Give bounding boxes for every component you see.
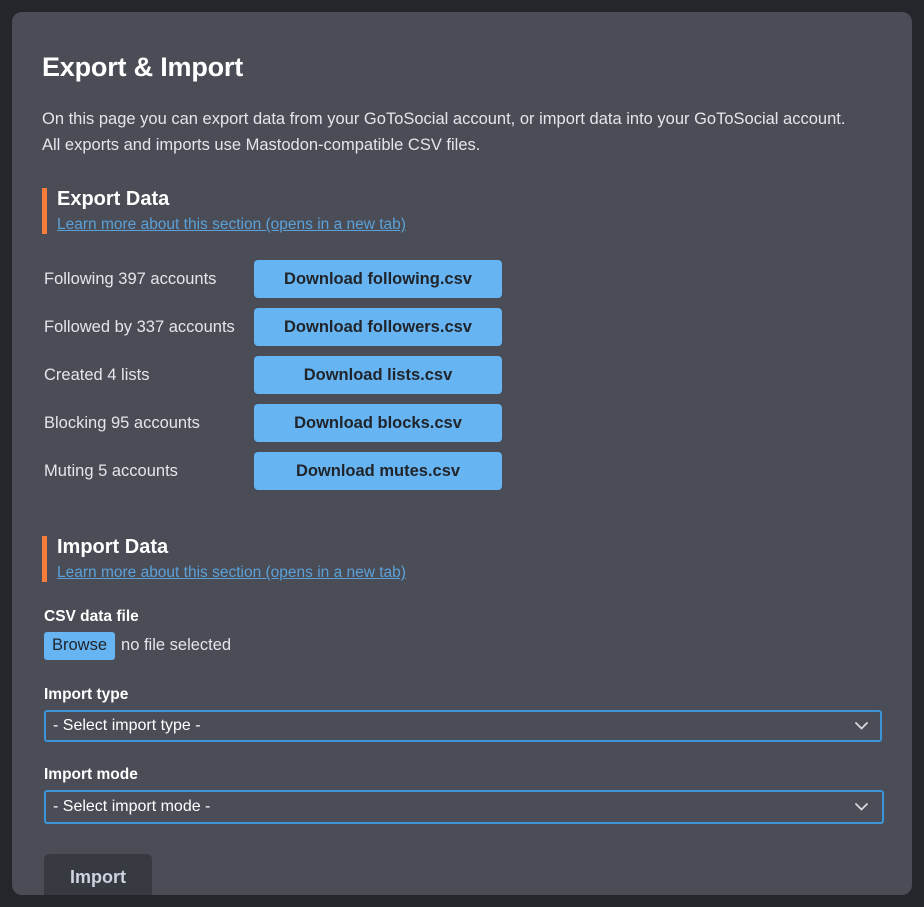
export-row-label: Following 397 accounts [42, 270, 254, 289]
import-type-label: Import type [44, 686, 882, 704]
export-section-title: Export Data [57, 188, 882, 211]
import-type-select-wrap: - Select import type - [42, 710, 882, 742]
import-learn-more-link[interactable]: Learn more about this section (opens in … [57, 564, 406, 582]
import-form: CSV data file Browse no file selected Im… [42, 608, 882, 895]
description-line-1: On this page you can export data from yo… [42, 107, 882, 133]
export-row-label: Created 4 lists [42, 366, 254, 385]
page-description: On this page you can export data from yo… [42, 107, 882, 158]
import-type-select[interactable]: - Select import type - [44, 710, 882, 742]
import-submit-button[interactable]: Import [44, 854, 152, 895]
description-line-2: All exports and imports use Mastodon-com… [42, 133, 882, 159]
browse-button[interactable]: Browse [44, 632, 115, 660]
settings-panel: Export & Import On this page you can exp… [12, 12, 912, 895]
table-row: Created 4 lists Download lists.csv [42, 356, 882, 394]
download-followers-button[interactable]: Download followers.csv [254, 308, 502, 346]
download-following-button[interactable]: Download following.csv [254, 260, 502, 298]
import-mode-select-wrap: - Select import mode - [42, 790, 882, 824]
import-section-header: Import Data Learn more about this sectio… [42, 536, 882, 582]
export-row-label: Followed by 337 accounts [42, 318, 254, 337]
download-mutes-button[interactable]: Download mutes.csv [254, 452, 502, 490]
page-content: Export & Import On this page you can exp… [12, 12, 912, 895]
export-row-label: Blocking 95 accounts [42, 414, 254, 433]
table-row: Following 397 accounts Download followin… [42, 260, 882, 298]
export-rows: Following 397 accounts Download followin… [42, 260, 882, 490]
import-mode-select[interactable]: - Select import mode - [44, 790, 884, 824]
import-section-title: Import Data [57, 536, 882, 559]
export-row-label: Muting 5 accounts [42, 462, 254, 481]
export-learn-more-link[interactable]: Learn more about this section (opens in … [57, 216, 406, 234]
export-section-header: Export Data Learn more about this sectio… [42, 188, 882, 234]
csv-file-label: CSV data file [44, 608, 882, 626]
download-blocks-button[interactable]: Download blocks.csv [254, 404, 502, 442]
download-lists-button[interactable]: Download lists.csv [254, 356, 502, 394]
table-row: Muting 5 accounts Download mutes.csv [42, 452, 882, 490]
table-row: Followed by 337 accounts Download follow… [42, 308, 882, 346]
table-row: Blocking 95 accounts Download blocks.csv [42, 404, 882, 442]
page-title: Export & Import [42, 52, 882, 83]
file-status-text: no file selected [121, 636, 231, 655]
csv-file-input[interactable]: Browse no file selected [42, 632, 882, 660]
import-mode-label: Import mode [44, 766, 882, 784]
